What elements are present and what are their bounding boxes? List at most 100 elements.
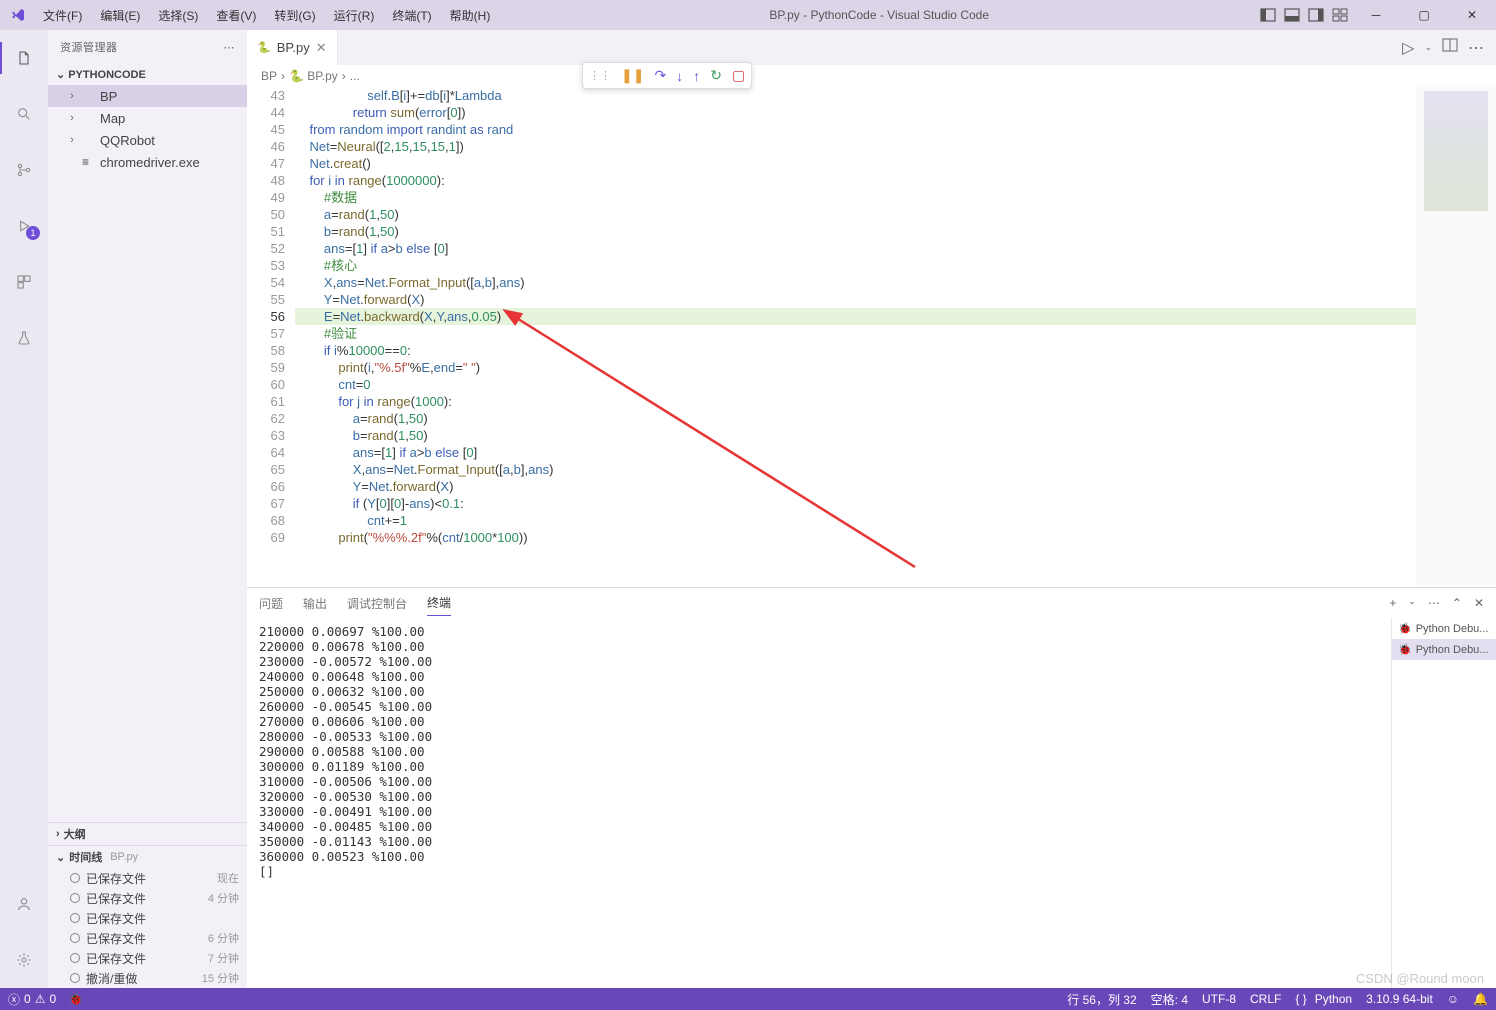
breadcrumb-item[interactable]: BP [261, 69, 277, 83]
breadcrumb-item[interactable]: 🐍 BP.py [289, 69, 338, 83]
menu-item[interactable]: 查看(V) [208, 3, 264, 28]
menu-item[interactable]: 帮助(H) [442, 3, 499, 28]
new-terminal-icon[interactable]: + [1389, 596, 1396, 610]
timeline-item[interactable]: 已保存文件6 分钟 [48, 928, 247, 948]
debug-toolbar[interactable]: ⋮⋮ ❚❚ ↷ ↓ ↑ ↻ ▢ [582, 62, 752, 89]
toggle-primary-sidebar-icon[interactable] [1260, 7, 1276, 23]
outline-header[interactable]: › 大纲 [48, 823, 247, 845]
maximize-button[interactable]: ▢ [1404, 2, 1444, 28]
status-language[interactable]: { }Python [1295, 991, 1352, 1008]
status-encoding[interactable]: UTF-8 [1202, 991, 1236, 1008]
minimize-button[interactable]: ─ [1356, 2, 1396, 28]
tree-item[interactable]: ≡chromedriver.exe [48, 151, 247, 173]
code-line[interactable]: a=rand(1,50) [295, 206, 1416, 223]
status-indent[interactable]: 空格: 4 [1151, 991, 1188, 1008]
menu-item[interactable]: 选择(S) [150, 3, 206, 28]
tree-item[interactable]: ›Map [48, 107, 247, 129]
tree-item[interactable]: ›QQRobot [48, 129, 247, 151]
code-line[interactable]: #数据 [295, 189, 1416, 206]
menu-item[interactable]: 终端(T) [384, 3, 439, 28]
code-line[interactable]: print(i,"%.5f"%E,end=" ") [295, 359, 1416, 376]
code-line[interactable]: X,ans=Net.Format_Input([a,b],ans) [295, 461, 1416, 478]
terminal-instance[interactable]: 🐞Python Debu... [1392, 618, 1496, 639]
code-line[interactable]: return sum(error[0]) [295, 104, 1416, 121]
tree-item[interactable]: ›BP [48, 85, 247, 107]
minimap[interactable] [1416, 87, 1496, 587]
step-over-icon[interactable]: ↷ [654, 67, 666, 84]
code-line[interactable]: ans=[1] if a>b else [0] [295, 240, 1416, 257]
accounts-icon[interactable] [0, 884, 48, 924]
terminal-output[interactable]: 210000 0.00697 %100.00 220000 0.00678 %1… [247, 618, 1391, 988]
code-line[interactable]: cnt+=1 [295, 512, 1416, 529]
testing-icon[interactable] [0, 318, 48, 358]
timeline-item[interactable]: 已保存文件7 分钟 [48, 948, 247, 968]
close-panel-icon[interactable]: ✕ [1474, 596, 1484, 610]
code-line[interactable]: from random import randint as rand [295, 121, 1416, 138]
breadcrumb[interactable]: BP›🐍 BP.py›... [247, 65, 1496, 87]
tab-bp-py[interactable]: 🐍 BP.py ✕ [247, 30, 338, 65]
code-editor[interactable]: 4344454647484950515253545556575859606162… [247, 87, 1496, 587]
drag-handle-icon[interactable]: ⋮⋮ [589, 69, 611, 82]
terminal-dropdown-icon[interactable]: ⌄ [1408, 596, 1416, 610]
code-line[interactable]: #核心 [295, 257, 1416, 274]
step-out-icon[interactable]: ↑ [693, 68, 700, 84]
timeline-item[interactable]: 已保存文件现在 [48, 868, 247, 888]
code-line[interactable]: Y=Net.forward(X) [295, 478, 1416, 495]
status-python-version[interactable]: 3.10.9 64-bit [1366, 991, 1433, 1008]
stop-icon[interactable]: ▢ [732, 67, 745, 84]
run-dropdown-icon[interactable]: ⌄ [1424, 42, 1432, 53]
timeline-header[interactable]: ⌄ 时间线 BP.py [48, 846, 247, 868]
maximize-panel-icon[interactable]: ⌃ [1452, 596, 1462, 610]
restart-icon[interactable]: ↻ [710, 67, 722, 84]
timeline-item[interactable]: 已保存文件 [48, 908, 247, 928]
close-button[interactable]: ✕ [1452, 2, 1492, 28]
menu-item[interactable]: 运行(R) [326, 3, 383, 28]
code-line[interactable]: if (Y[0][0]-ans)<0.1: [295, 495, 1416, 512]
code-line[interactable]: Net=Neural([2,15,15,15,1]) [295, 138, 1416, 155]
code-content[interactable]: self.B[i]+=db[i]*Lambda return sum(error… [295, 87, 1416, 587]
code-line[interactable]: cnt=0 [295, 376, 1416, 393]
panel-tab[interactable]: 终端 [427, 590, 451, 616]
panel-tab[interactable]: 输出 [303, 591, 327, 616]
code-line[interactable]: print("%%%.2f"%(cnt/1000*100)) [295, 529, 1416, 546]
tab-close-icon[interactable]: ✕ [316, 40, 327, 56]
code-line[interactable]: E=Net.backward(X,Y,ans,0.05) [295, 308, 1416, 325]
extensions-icon[interactable] [0, 262, 48, 302]
menu-item[interactable]: 文件(F) [35, 3, 90, 28]
pause-icon[interactable]: ❚❚ [621, 67, 644, 84]
toggle-secondary-sidebar-icon[interactable] [1308, 7, 1324, 23]
code-line[interactable]: if i%10000==0: [295, 342, 1416, 359]
code-line[interactable]: for j in range(1000): [295, 393, 1416, 410]
run-icon[interactable]: ▷ [1402, 38, 1414, 58]
code-line[interactable]: Net.creat() [295, 155, 1416, 172]
explorer-icon[interactable] [0, 38, 48, 78]
more-actions-icon[interactable]: ⋯ [1468, 38, 1484, 58]
status-debug-icon[interactable]: 🐞 [68, 992, 83, 1006]
panel-tab[interactable]: 调试控制台 [347, 591, 407, 616]
status-errors[interactable]: ⓧ0 ⚠0 [8, 991, 56, 1008]
status-feedback-icon[interactable]: ☺ [1447, 991, 1459, 1008]
code-line[interactable]: b=rand(1,50) [295, 223, 1416, 240]
menu-item[interactable]: 转到(G) [266, 3, 323, 28]
run-debug-icon[interactable]: 1 [0, 206, 48, 246]
timeline-item[interactable]: 撤消/重做15 分钟 [48, 968, 247, 988]
menu-item[interactable]: 编辑(E) [92, 3, 148, 28]
sidebar-more-icon[interactable]: ⋯ [224, 41, 236, 54]
code-line[interactable]: #验证 [295, 325, 1416, 342]
customize-layout-icon[interactable] [1332, 7, 1348, 23]
step-into-icon[interactable]: ↓ [676, 68, 683, 84]
status-eol[interactable]: CRLF [1250, 991, 1281, 1008]
workspace-section[interactable]: ⌄ PYTHONCODE [48, 64, 247, 85]
code-line[interactable]: a=rand(1,50) [295, 410, 1416, 427]
code-line[interactable]: Y=Net.forward(X) [295, 291, 1416, 308]
code-line[interactable]: X,ans=Net.Format_Input([a,b],ans) [295, 274, 1416, 291]
split-editor-icon[interactable] [1442, 37, 1458, 58]
breadcrumb-item[interactable]: ... [350, 69, 360, 83]
panel-more-icon[interactable]: ⋯ [1428, 596, 1440, 610]
settings-gear-icon[interactable] [0, 940, 48, 980]
code-line[interactable]: b=rand(1,50) [295, 427, 1416, 444]
search-icon[interactable] [0, 94, 48, 134]
toggle-panel-icon[interactable] [1284, 7, 1300, 23]
code-line[interactable]: ans=[1] if a>b else [0] [295, 444, 1416, 461]
status-cursor[interactable]: 行 56，列 32 [1067, 991, 1136, 1008]
